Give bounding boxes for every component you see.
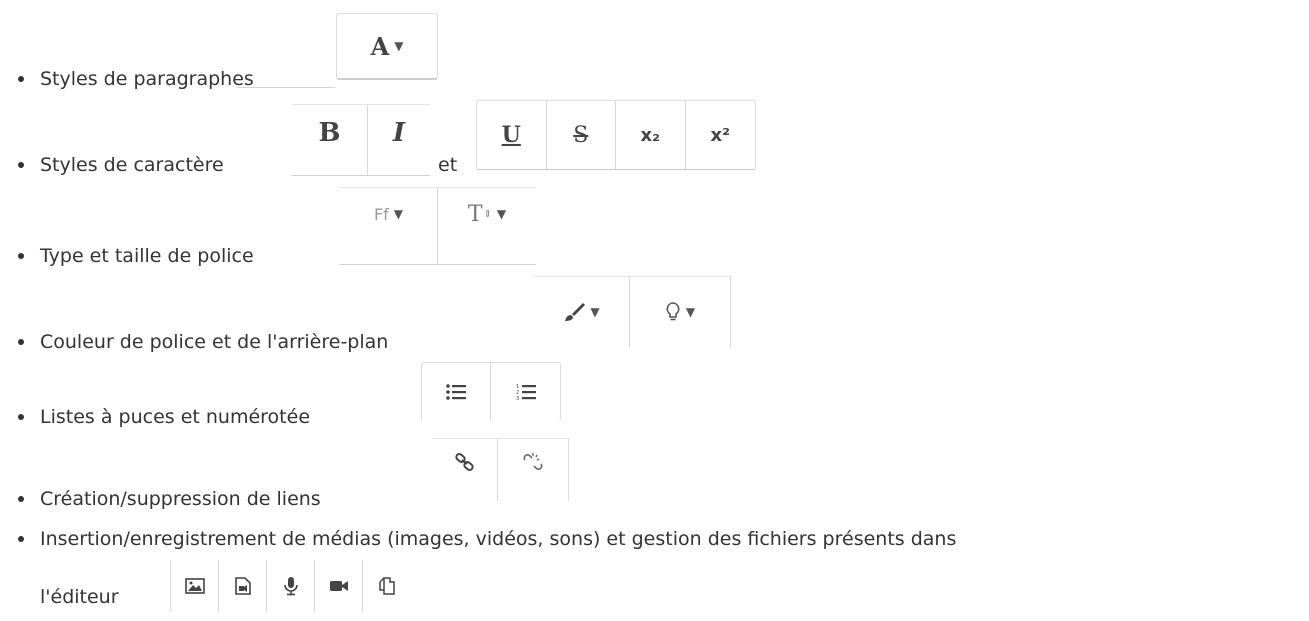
files-icon: [378, 577, 395, 595]
insert-media-button[interactable]: [219, 560, 267, 612]
caret-down-icon: ▼: [590, 305, 600, 319]
item-label-continuation: l'éditeur: [40, 586, 119, 608]
bullet: [18, 536, 24, 542]
italic-button[interactable]: I: [368, 105, 430, 175]
item-label: Listes à puces et numérotée: [40, 406, 311, 428]
link-icon: [454, 453, 474, 471]
numbered-list-icon: 1 2 3: [516, 384, 536, 401]
bullet-list-icon: [446, 384, 466, 400]
color-toolbar: ▼ ▼: [534, 276, 731, 347]
item-label: Insertion/enregistrement de médias (imag…: [40, 528, 957, 550]
strikethrough-button[interactable]: S: [547, 101, 616, 169]
strikethrough-icon: S: [573, 122, 589, 148]
bullet: [18, 496, 24, 502]
underline-icon: U: [501, 122, 521, 148]
item-label: Couleur de police et de l'arrière-plan: [40, 331, 389, 353]
brush-icon: [565, 303, 586, 321]
bullet: [18, 253, 24, 259]
item-label: Styles de paragraphes: [40, 68, 254, 90]
ordered-list-button[interactable]: 1 2 3: [491, 363, 560, 421]
size-arrows-icon: ⇕: [483, 208, 492, 220]
font-size-icon: T: [467, 201, 483, 227]
media-file-icon: [234, 577, 251, 595]
link-toolbar: [432, 438, 569, 501]
font-family-button[interactable]: Ff ▼: [340, 188, 438, 264]
bullet: [18, 76, 24, 82]
list-toolbar: 1 2 3: [421, 362, 561, 421]
item-label: Type et taille de police: [40, 245, 254, 267]
background-color-button[interactable]: ▼: [630, 277, 730, 347]
subscript-icon: x₂: [640, 124, 661, 146]
connector-text: et: [438, 154, 458, 176]
font-color-button[interactable]: ▼: [534, 277, 630, 347]
font-family-icon: Ff: [373, 204, 389, 224]
bullet: [18, 162, 24, 168]
unlink-button[interactable]: [498, 439, 568, 501]
bold-icon: B: [318, 118, 341, 148]
record-video-button[interactable]: [315, 560, 363, 612]
bullet: [18, 414, 24, 420]
caret-down-icon: ▼: [393, 207, 404, 221]
svg-text:3: 3: [516, 396, 519, 401]
paragraph-style-icon: A: [370, 31, 390, 61]
image-icon: [184, 578, 205, 594]
subscript-button[interactable]: x₂: [616, 101, 686, 169]
item-label: Styles de caractère: [40, 154, 224, 176]
bold-button[interactable]: B: [292, 105, 368, 175]
superscript-icon: x²: [710, 124, 731, 146]
microphone-icon: [283, 577, 298, 596]
superscript-button[interactable]: x²: [686, 101, 756, 169]
paragraph-style-button[interactable]: A ▼: [337, 14, 437, 78]
bullet: [18, 339, 24, 345]
record-audio-button[interactable]: [267, 560, 315, 612]
caret-down-icon: ▼: [496, 207, 507, 221]
insert-image-button[interactable]: [170, 560, 219, 612]
video-camera-icon: [329, 581, 348, 591]
underline-button[interactable]: U: [477, 101, 547, 169]
item-label: Création/suppression de liens: [40, 488, 321, 510]
caret-down-icon: ▼: [685, 305, 696, 319]
font-toolbar: Ff ▼ T ⇕ ▼: [340, 187, 536, 265]
italic-icon: I: [392, 118, 406, 148]
unordered-list-button[interactable]: [422, 363, 491, 421]
paragraph-style-toolbar: A ▼: [336, 13, 438, 80]
unlink-icon: [523, 453, 543, 470]
manage-files-button[interactable]: [363, 560, 410, 612]
link-button[interactable]: [432, 439, 498, 501]
character-extra-toolbar: U S x₂ x²: [476, 100, 756, 170]
media-toolbar: [170, 560, 480, 612]
character-basic-toolbar: B I: [292, 104, 430, 176]
caret-down-icon: ▼: [394, 39, 404, 53]
font-size-button[interactable]: T ⇕ ▼: [438, 188, 536, 264]
lightbulb-icon: [666, 302, 680, 321]
